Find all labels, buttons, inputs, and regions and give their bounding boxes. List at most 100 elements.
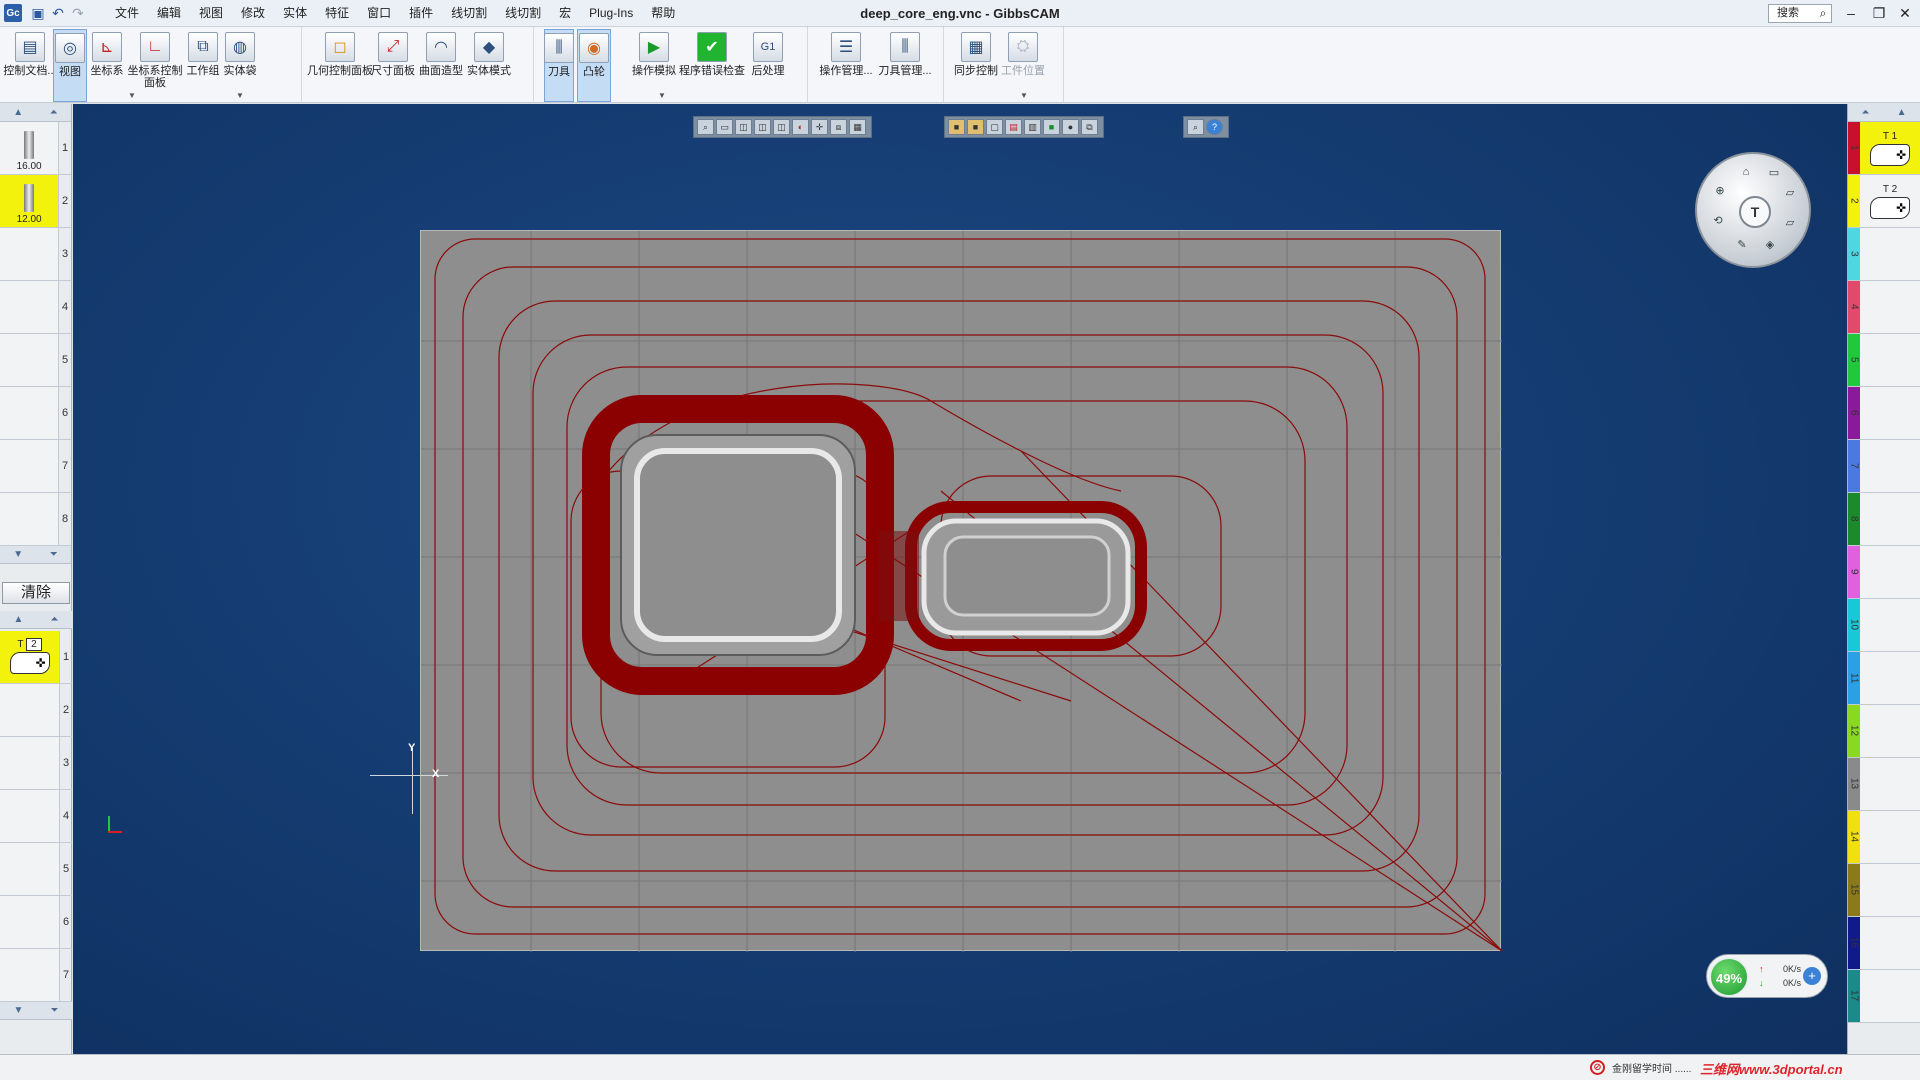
process-slot[interactable]: 10: [1848, 599, 1920, 652]
menu-modify[interactable]: 修改: [232, 0, 274, 27]
process-tab-number[interactable]: 17: [1848, 970, 1860, 1022]
menu-macro[interactable]: 宏: [550, 0, 580, 27]
zoom-in-icon[interactable]: ⊕: [1711, 184, 1729, 198]
process-tab-number[interactable]: 4: [1848, 281, 1860, 333]
window-icon[interactable]: ⧉: [1081, 119, 1098, 135]
home-icon[interactable]: ⌂: [1737, 166, 1755, 180]
process-slot[interactable]: 12: [1848, 705, 1920, 758]
side-view-icon[interactable]: ▱: [1781, 186, 1799, 200]
tool-slot[interactable]: 8: [0, 493, 71, 546]
menu-edit[interactable]: 编辑: [148, 0, 190, 27]
operation-slot[interactable]: 6: [0, 896, 72, 949]
solid-mode-button[interactable]: ◆ 实体模式: [467, 29, 511, 102]
process-tab-number[interactable]: 15: [1848, 864, 1860, 916]
operation-slot[interactable]: 2: [0, 684, 72, 737]
process-slot[interactable]: 9: [1848, 546, 1920, 599]
cam-button[interactable]: ◉ 凸轮: [577, 29, 611, 102]
process-slot[interactable]: 11: [1848, 652, 1920, 705]
close-icon[interactable]: ✕: [1892, 0, 1918, 27]
process-list-scroll-top[interactable]: ⏶ ▲: [1848, 104, 1920, 122]
chevron-up-icon[interactable]: ▲: [1897, 107, 1907, 118]
stop-icon[interactable]: ⊘: [1590, 1060, 1605, 1075]
tool-list-scroll-bottom[interactable]: ▼ ⏷: [0, 546, 71, 564]
chevron-double-down-icon[interactable]: ⏷: [50, 1005, 58, 1016]
process-tab-number[interactable]: 7: [1848, 440, 1860, 492]
wireframe-icon[interactable]: ▢: [986, 119, 1003, 135]
menu-solid[interactable]: 实体: [274, 0, 316, 27]
post-process-button[interactable]: G1 后处理: [748, 29, 788, 102]
part-stock[interactable]: [420, 230, 1503, 952]
minimize-icon[interactable]: –: [1838, 0, 1864, 27]
sync-control-button[interactable]: ▦ 同步控制: [954, 29, 998, 102]
process-tab-number[interactable]: 8: [1848, 493, 1860, 545]
operation-slot[interactable]: 3: [0, 737, 72, 790]
op-list-scroll-top[interactable]: ▲ ⏶: [0, 611, 72, 629]
program-check-button[interactable]: ✔ 程序错误检查: [679, 29, 745, 102]
tool-slot[interactable]: 4: [0, 281, 71, 334]
chevron-down-icon[interactable]: ▼: [128, 91, 136, 100]
menu-help[interactable]: 帮助: [642, 0, 684, 27]
simulate-button[interactable]: ▶ 操作模拟: [632, 29, 676, 102]
process-slot[interactable]: 16: [1848, 917, 1920, 970]
tool-slot[interactable]: 7: [0, 440, 71, 493]
grid-icon[interactable]: ▦: [849, 119, 866, 135]
axis-icon[interactable]: ✛: [811, 119, 828, 135]
zoom-icon[interactable]: ⌕: [697, 119, 714, 135]
process-slot[interactable]: 17: [1848, 970, 1920, 1023]
tool-slot[interactable]: 3: [0, 228, 71, 281]
box-view-icon[interactable]: ◫: [754, 119, 771, 135]
network-monitor-widget[interactable]: 49% ↑ 0K/s ↓ 0K/s +: [1706, 954, 1828, 998]
menu-wirecut-2[interactable]: 线切割: [496, 0, 550, 27]
redo-icon[interactable]: ↷: [68, 4, 88, 22]
process-tab-number[interactable]: 14: [1848, 811, 1860, 863]
process-slot[interactable]: 14: [1848, 811, 1920, 864]
shaded-icon[interactable]: ■: [948, 119, 965, 135]
inspect-icon[interactable]: ⌕: [1187, 119, 1204, 135]
process-tab-number[interactable]: 6: [1848, 387, 1860, 439]
undo-icon[interactable]: ↶: [48, 4, 68, 22]
front-view-icon[interactable]: ▭: [1765, 166, 1783, 180]
operation-slot[interactable]: 4: [0, 790, 72, 843]
tool-slot[interactable]: 16.00 1: [0, 122, 71, 175]
process-tab-number[interactable]: 16: [1848, 917, 1860, 969]
process-slot[interactable]: 4: [1848, 281, 1920, 334]
tool-slot[interactable]: 6: [0, 387, 71, 440]
process-tab-number[interactable]: 12: [1848, 705, 1860, 757]
workgroup-button[interactable]: ⧉ 工作组: [186, 29, 220, 102]
layers-icon[interactable]: ▤: [1005, 119, 1022, 135]
process-slot[interactable]: 3: [1848, 228, 1920, 281]
geometry-panel-button[interactable]: ◻ 几何控制面板: [307, 29, 373, 102]
chevron-double-up-icon[interactable]: ⏶: [1862, 107, 1870, 118]
process-tab-number[interactable]: 5: [1848, 334, 1860, 386]
search-icon[interactable]: ⌕: [1814, 4, 1832, 23]
dimension-panel-button[interactable]: ⤢ 尺寸面板: [371, 29, 415, 102]
box-view-icon[interactable]: ◫: [773, 119, 790, 135]
tool-manager-button[interactable]: ⫼ 刀具管理...: [877, 29, 933, 102]
save-icon[interactable]: ▣: [28, 4, 48, 22]
operation-slot[interactable]: T 21: [0, 631, 72, 684]
clear-button[interactable]: 清除: [2, 582, 70, 604]
process-tab-number[interactable]: 13: [1848, 758, 1860, 810]
shaded-icon[interactable]: ■: [967, 119, 984, 135]
menu-feature[interactable]: 特征: [316, 0, 358, 27]
box-view-icon[interactable]: ◫: [735, 119, 752, 135]
frame-icon[interactable]: ⧈: [830, 119, 847, 135]
menu-view[interactable]: 视图: [190, 0, 232, 27]
chevron-double-down-icon[interactable]: ⏷: [50, 549, 58, 560]
operation-manager-button[interactable]: ☰ 操作管理...: [818, 29, 874, 102]
restore-icon[interactable]: ❐: [1866, 0, 1892, 27]
menu-plugins[interactable]: Plug-Ins: [580, 0, 642, 27]
graphics-viewport[interactable]: ⌕ ▭ ◫ ◫ ◫ ◐ ✛ ⧈ ▦ ■ ■ ▢ ▤ ▥ ■ ● ⧉ ⌕? Y X…: [73, 104, 1847, 1054]
chevron-down-icon[interactable]: ▼: [1020, 91, 1028, 100]
view-button[interactable]: ◎ 视图: [53, 29, 87, 102]
help-icon[interactable]: ?: [1206, 119, 1223, 135]
menu-file[interactable]: 文件: [106, 0, 148, 27]
tool-list-scroll-top[interactable]: ▲ ⏶: [0, 104, 71, 122]
chevron-up-icon[interactable]: ▲: [13, 107, 23, 118]
stock-icon[interactable]: ▥: [1024, 119, 1041, 135]
view-navigation-wheel[interactable]: T ⌂ ▭ ⊕ ▱ ⟲ ▱ ✎ ◈: [1695, 152, 1811, 268]
chevron-down-icon[interactable]: ▼: [14, 1005, 24, 1016]
menu-window[interactable]: 窗口: [358, 0, 400, 27]
chevron-down-icon[interactable]: ▼: [13, 549, 23, 560]
process-slot[interactable]: 15: [1848, 864, 1920, 917]
